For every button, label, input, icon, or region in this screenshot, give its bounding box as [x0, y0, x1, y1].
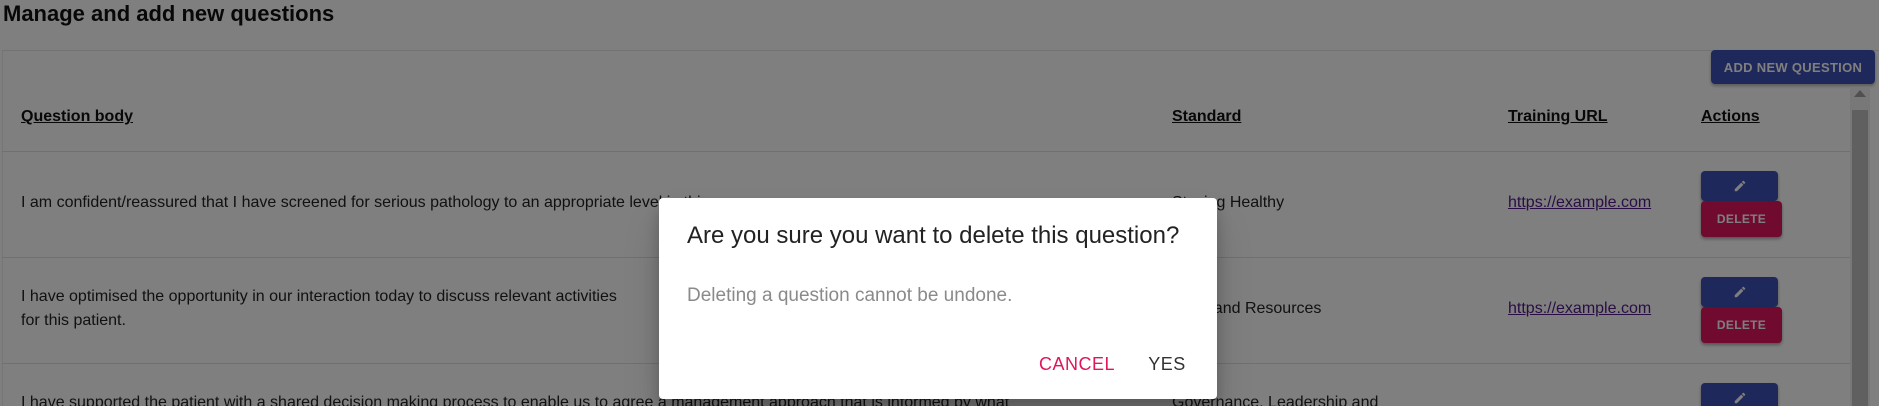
delete-confirm-dialog: Are you sure you want to delete this que… [659, 198, 1217, 399]
cancel-button[interactable]: CANCEL [1029, 344, 1125, 384]
confirm-yes-button[interactable]: YES [1137, 344, 1197, 384]
dialog-message: Deleting a question cannot be undone. [687, 285, 1013, 306]
dialog-title: Are you sure you want to delete this que… [687, 222, 1180, 249]
